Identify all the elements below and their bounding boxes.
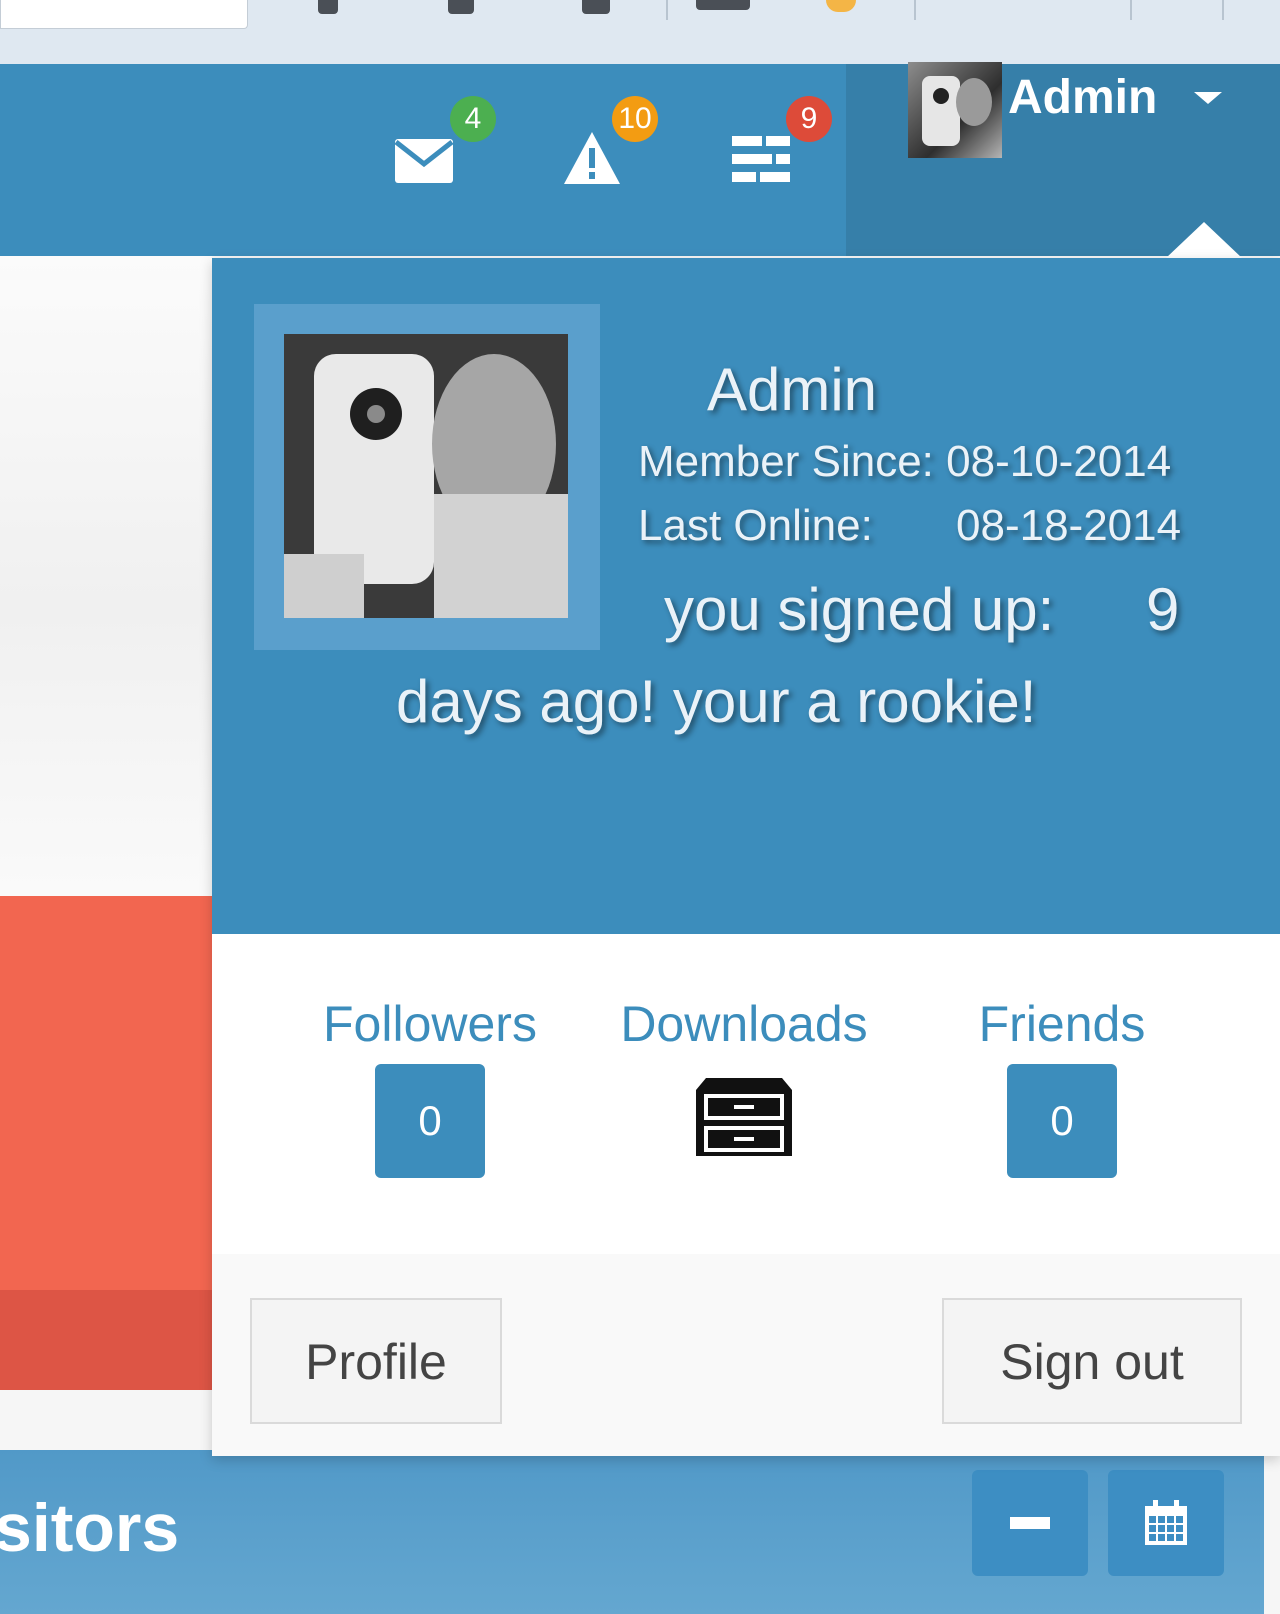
- messages-count-badge: 4: [450, 96, 496, 142]
- notifications-count-badge: 10: [612, 96, 658, 142]
- profile-button[interactable]: Profile: [250, 1298, 502, 1424]
- profile-image: [284, 334, 568, 618]
- file-cabinet-icon[interactable]: [692, 1074, 796, 1158]
- pause-icon[interactable]: [448, 0, 474, 14]
- user-body: Followers 0 Downloads Friends 0: [212, 934, 1280, 1254]
- small-box-red: [0, 896, 212, 1290]
- member-since-value: 08-10-2014: [946, 437, 1172, 486]
- followers-count[interactable]: 0: [375, 1064, 485, 1178]
- chevron-down-icon[interactable]: [1194, 92, 1222, 104]
- user-avatar[interactable]: [908, 62, 1002, 158]
- friends-link[interactable]: Friends: [912, 994, 1212, 1054]
- navbar-username[interactable]: Admin: [1008, 68, 1157, 128]
- minus-icon: [1010, 1517, 1050, 1529]
- user-footer: Profile Sign out: [212, 1254, 1280, 1456]
- downloads-stat: Downloads: [594, 994, 894, 1158]
- toolbar-separator: [1130, 0, 1132, 20]
- friends-count[interactable]: 0: [1007, 1064, 1117, 1178]
- followers-stat: Followers 0: [280, 994, 580, 1178]
- reader-icon[interactable]: [696, 0, 750, 10]
- browser-toolbar: [0, 0, 1280, 66]
- user-header: Admin Member Since: 08-10-2014 Last Onli…: [212, 258, 1280, 934]
- toolbar-separator: [666, 0, 668, 20]
- visitors-box-title: sitors: [0, 1490, 180, 1566]
- member-since-label: Member Since:: [638, 437, 934, 486]
- last-online: Last Online: 08-18-2014: [638, 498, 1181, 554]
- address-bar[interactable]: [0, 0, 248, 29]
- content-panel: [0, 256, 212, 896]
- last-online-label: Last Online:: [638, 501, 873, 550]
- tasks-count-badge: 9: [786, 96, 832, 142]
- last-online-value: 08-18-2014: [956, 501, 1182, 550]
- signed-up-line: you signed up: 9: [664, 574, 1179, 646]
- signed-up-days: 9: [1146, 576, 1180, 643]
- followers-link[interactable]: Followers: [280, 994, 580, 1054]
- toolbar-separator: [914, 0, 916, 20]
- toolbar-separator: [1222, 0, 1224, 20]
- signed-up-message: days ago! your a rookie!: [396, 668, 1037, 735]
- downloads-link[interactable]: Downloads: [594, 994, 894, 1054]
- collapse-button[interactable]: [972, 1470, 1088, 1576]
- signed-up-label: you signed up:: [664, 576, 1055, 643]
- user-dropdown-menu: Admin Member Since: 08-10-2014 Last Onli…: [212, 258, 1280, 1456]
- dropdown-pointer: [1166, 222, 1242, 258]
- calendar-icon: [1145, 1500, 1187, 1545]
- bookmark-star-icon[interactable]: [582, 0, 610, 14]
- tasks-icon[interactable]: [732, 136, 790, 187]
- warning-icon[interactable]: [562, 130, 622, 191]
- small-box-footer[interactable]: [0, 1290, 212, 1390]
- date-range-button[interactable]: [1108, 1470, 1224, 1576]
- sign-out-button[interactable]: Sign out: [942, 1298, 1242, 1424]
- member-since: Member Since: 08-10-2014: [638, 434, 1171, 490]
- friends-stat: Friends 0: [912, 994, 1212, 1178]
- envelope-icon[interactable]: [394, 138, 454, 189]
- profile-name: Admin: [706, 356, 878, 423]
- pin-icon[interactable]: [318, 0, 338, 14]
- emoji-icon[interactable]: [826, 0, 856, 12]
